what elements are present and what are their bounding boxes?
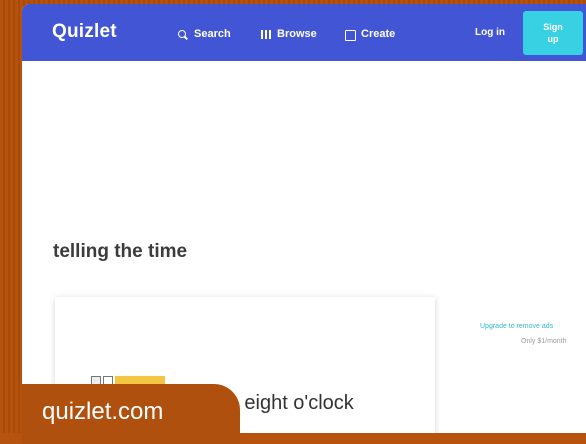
search-icon [177, 29, 188, 40]
signup-button[interactable]: Sign up [523, 11, 583, 55]
quizlet-logo[interactable]: Quizlet [52, 21, 117, 43]
nav-search-label: Search [194, 28, 231, 40]
nav-create[interactable]: Create [344, 26, 395, 42]
watermark: quizlet.com [22, 384, 240, 444]
login-link[interactable]: Log in [475, 27, 505, 38]
flashcard-text: 's eight o'clock [225, 392, 354, 414]
nav-create-label: Create [361, 28, 396, 40]
page-title: telling the time [53, 241, 188, 262]
browse-icon [260, 29, 271, 40]
upgrade-ad-price: Only $1/month [521, 338, 567, 345]
browser-window: Quizlet Search Browse Create Log in Sign… [22, 4, 586, 433]
upgrade-ad-link[interactable]: Upgrade to remove ads [480, 323, 553, 330]
nav-search[interactable]: Search [177, 26, 231, 42]
nav-browse-label: Browse [277, 28, 317, 40]
create-icon [344, 29, 356, 41]
top-navigation-bar: Quizlet Search Browse Create Log in Sign… [22, 4, 586, 61]
nav-browse[interactable]: Browse [260, 26, 317, 42]
